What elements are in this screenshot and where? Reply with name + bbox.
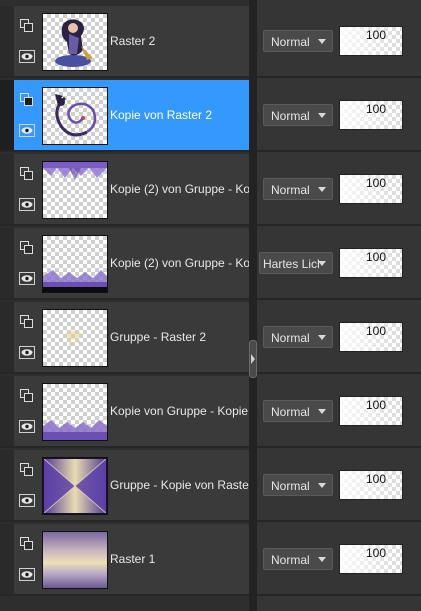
layer-stack-icon[interactable] [20,389,34,403]
opacity-field[interactable]: 100 [339,544,403,574]
layer-properties-row: Normal 100 [257,450,421,522]
row-strip [0,154,14,224]
layer-stack-icon[interactable] [20,315,34,329]
chevron-down-icon [318,187,326,192]
chevron-down-icon [318,483,326,488]
layer-row-selected[interactable]: Kopie von Raster 2 [0,80,249,152]
blend-mode-dropdown[interactable]: Normal [263,474,333,496]
layer-name[interactable]: Kopie von Gruppe - Kopie von [110,404,249,418]
opacity-value: 100 [365,28,386,42]
layer-row[interactable]: Kopie von Gruppe - Kopie von [0,376,249,448]
row-strip [0,450,14,520]
blend-mode-dropdown[interactable]: Normal [263,548,333,570]
chevron-down-icon [318,557,326,562]
visibility-eye-icon[interactable] [19,420,35,433]
layer-thumbnail [42,457,108,515]
layer-name[interactable]: Kopie (2) von Gruppe - Kopie [110,182,249,196]
blend-mode-dropdown[interactable]: Normal [263,178,333,200]
layer-stack-icon[interactable] [20,463,34,477]
layer-stack-icon[interactable] [20,537,34,551]
pane-splitter-handle[interactable] [249,340,257,378]
opacity-field[interactable]: 100 [339,396,403,426]
layer-name[interactable]: Gruppe - Raster 2 [110,330,249,344]
opacity-field[interactable]: 100 [339,26,403,56]
layer-thumbnail [42,235,108,293]
opacity-field[interactable]: 100 [339,100,403,130]
opacity-field[interactable]: 100 [339,322,403,352]
layer-stack-icon[interactable] [20,93,34,107]
row-strip [0,524,14,594]
opacity-value: 100 [365,398,386,412]
layer-thumbnail [42,87,108,145]
layer-thumbnail [42,531,108,589]
layer-row[interactable]: Kopie (2) von Gruppe - Kopie [0,154,249,226]
layer-row[interactable]: Raster 1 [0,524,249,596]
blend-mode-value: Normal [271,35,310,49]
layer-stack-icon[interactable] [20,19,34,33]
visibility-eye-icon[interactable] [19,346,35,359]
layer-thumbnail [42,161,108,219]
opacity-value: 100 [365,324,386,338]
chevron-down-icon [318,409,326,414]
layer-properties-row: Normal 100 [257,80,421,152]
opacity-field[interactable]: 100 [339,470,403,500]
blend-mode-dropdown[interactable]: Normal [263,400,333,422]
blend-mode-dropdown[interactable]: Normal [263,326,333,348]
row-strip [0,80,14,150]
layer-properties-row: Normal 100 [257,376,421,448]
blend-mode-value: Normal [271,479,310,493]
visibility-eye-icon[interactable] [19,124,35,137]
layer-properties-row: Normal 100 [257,6,421,78]
layer-properties-row: Normal 100 [257,302,421,374]
chevron-down-icon [318,335,326,340]
layer-name[interactable]: Raster 1 [110,552,249,566]
layer-row[interactable]: Raster 2 [0,6,249,78]
layer-stack-icon[interactable] [20,167,34,181]
blend-mode-dropdown[interactable]: Normal [263,30,333,52]
layer-name[interactable]: Raster 2 [110,34,249,48]
chevron-down-icon [318,113,326,118]
opacity-value: 100 [365,176,386,190]
layer-thumbnail [42,383,108,441]
visibility-eye-icon[interactable] [19,50,35,63]
visibility-eye-icon[interactable] [19,198,35,211]
layer-properties-row: Hartes Licht 100 [257,228,421,300]
visibility-eye-icon[interactable] [19,494,35,507]
layer-properties-row: Normal 100 [257,524,421,596]
row-strip [0,302,14,372]
pane-divider[interactable] [249,0,257,611]
row-strip [0,228,14,298]
chevron-right-icon [251,354,255,364]
layer-row[interactable]: Kopie (2) von Gruppe - Kopie [0,228,249,300]
opacity-field[interactable]: 100 [339,248,403,278]
layer-thumbnail [42,13,108,71]
opacity-value: 100 [365,102,386,116]
blend-mode-value: Hartes Licht [263,257,319,271]
opacity-value: 100 [365,472,386,486]
chevron-down-icon [318,39,326,44]
blend-mode-value: Normal [271,405,310,419]
layer-name[interactable]: Gruppe - Kopie von Raster [110,478,249,492]
blend-mode-value: Normal [271,553,310,567]
opacity-value: 100 [365,250,386,264]
layer-properties-row: Normal 100 [257,154,421,226]
blend-mode-dropdown[interactable]: Normal [263,104,333,126]
visibility-eye-icon[interactable] [19,568,35,581]
chevron-down-icon [318,261,326,266]
blend-mode-value: Normal [271,183,310,197]
layer-row[interactable]: Gruppe - Kopie von Raster [0,450,249,522]
layer-name[interactable]: Kopie von Raster 2 [110,108,249,122]
row-strip [0,376,14,446]
layer-name[interactable]: Kopie (2) von Gruppe - Kopie [110,256,249,270]
layer-thumbnail [42,309,108,367]
visibility-eye-icon[interactable] [19,272,35,285]
blend-mode-value: Normal [271,109,310,123]
layer-stack-icon[interactable] [20,241,34,255]
opacity-value: 100 [365,546,386,560]
row-strip [0,6,14,76]
blend-mode-value: Normal [271,331,310,345]
layer-row[interactable]: Gruppe - Raster 2 [0,302,249,374]
opacity-field[interactable]: 100 [339,174,403,204]
blend-mode-dropdown[interactable]: Hartes Licht [259,252,333,274]
